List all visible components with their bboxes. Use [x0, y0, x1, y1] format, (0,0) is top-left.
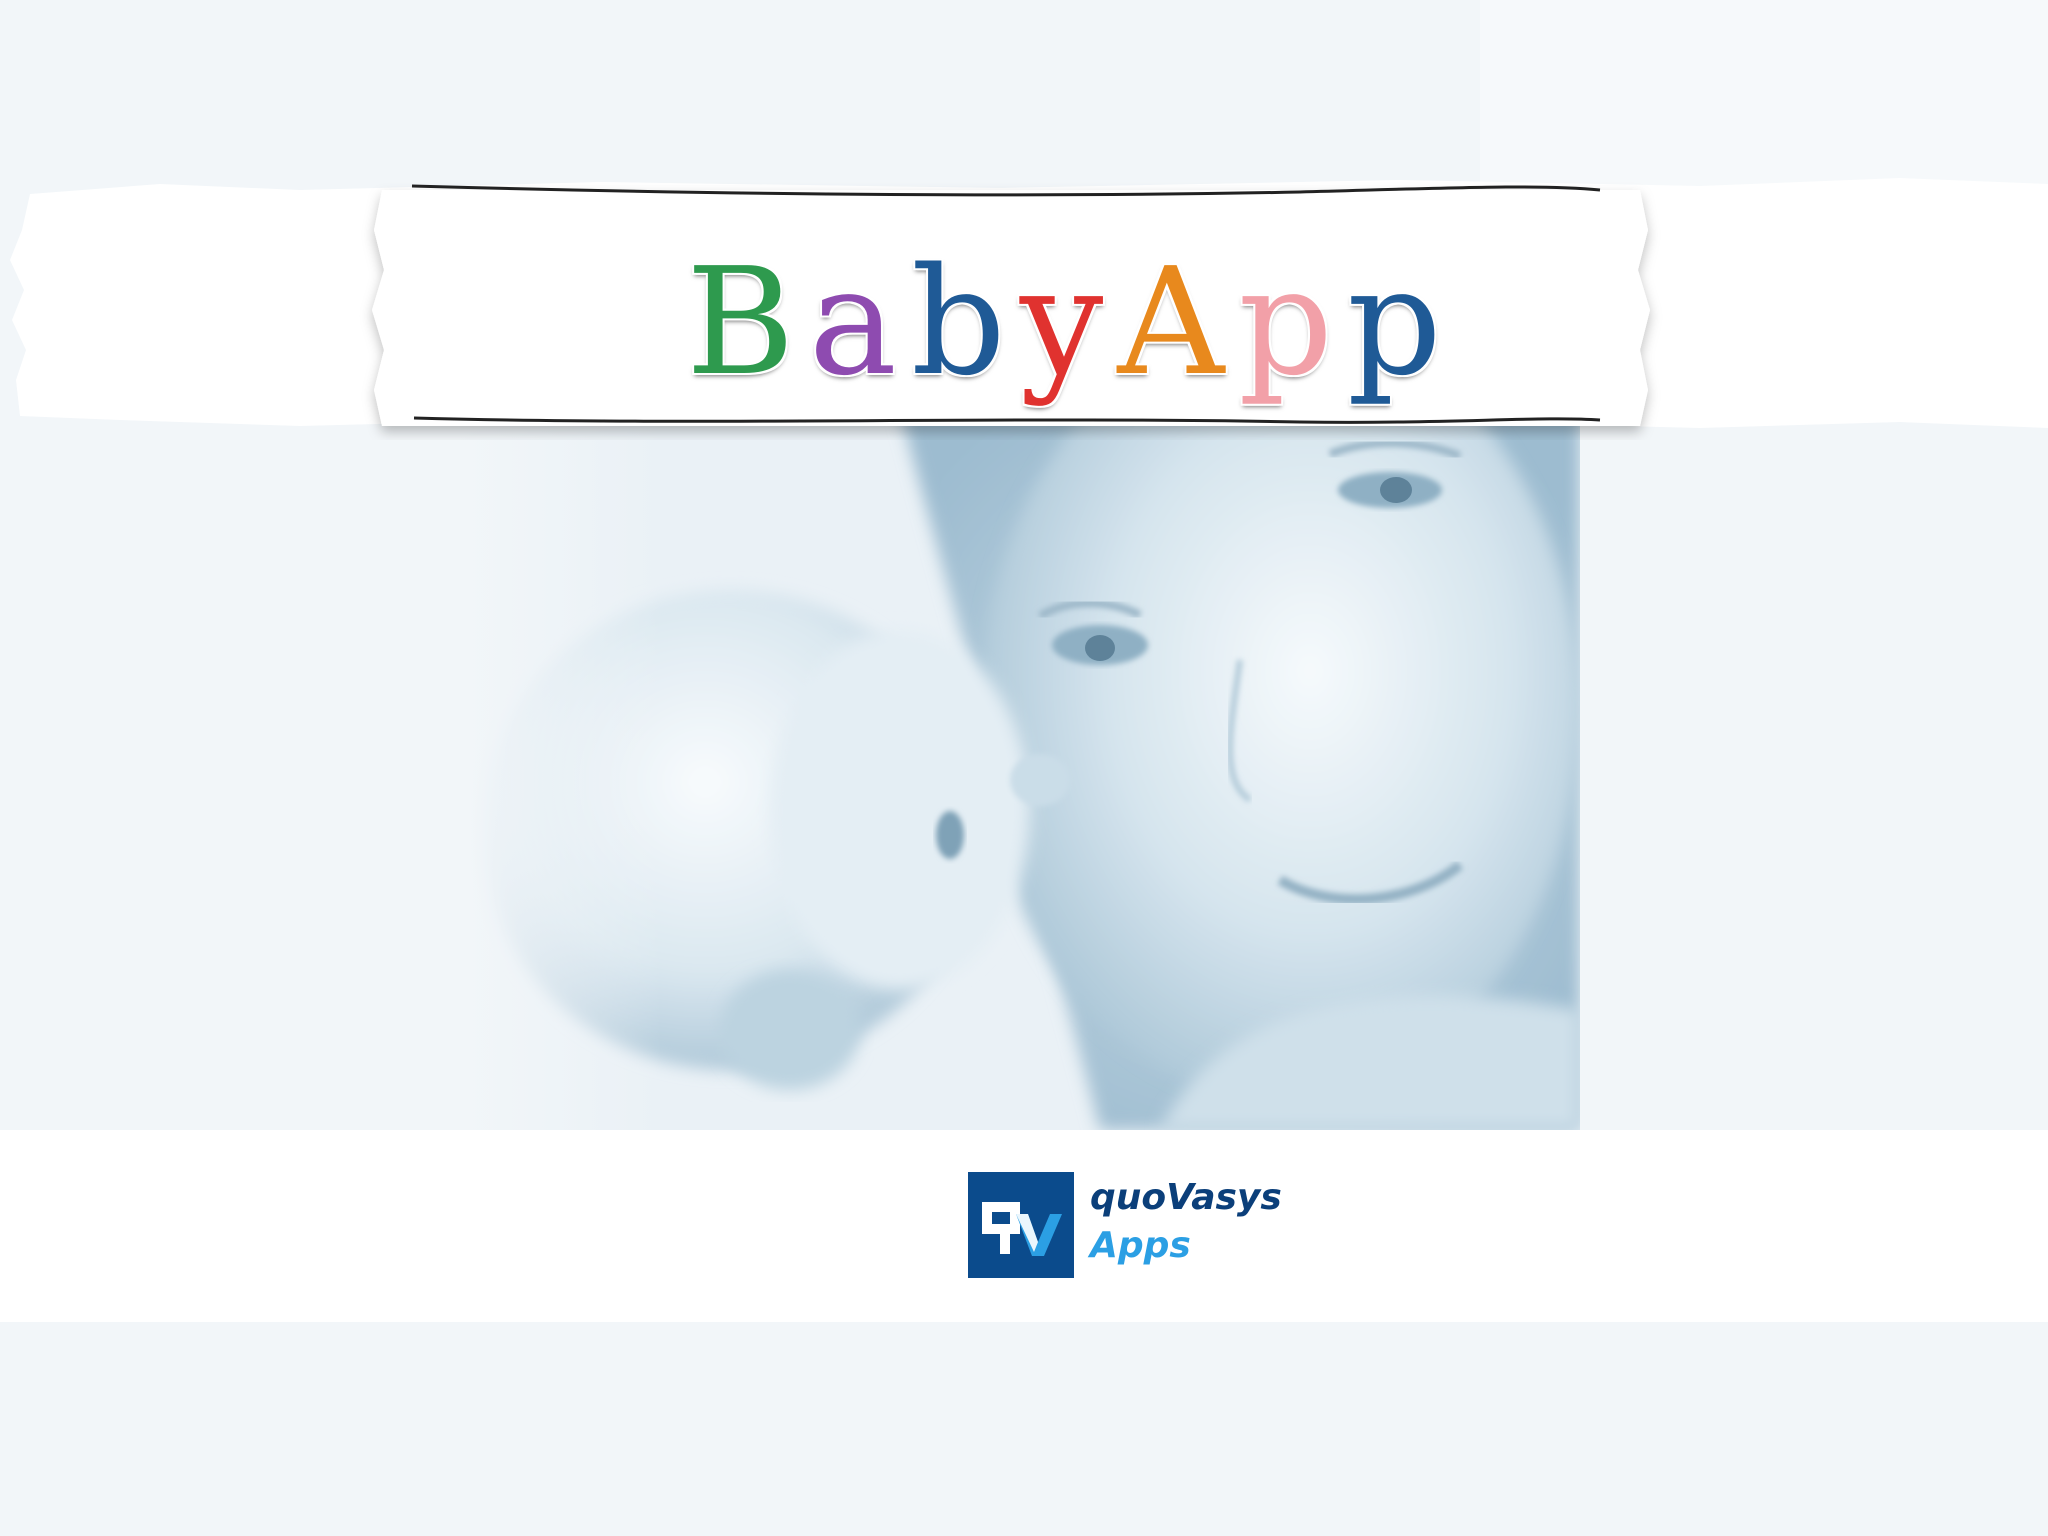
title-letter: p: [1238, 236, 1348, 408]
qv-logo-icon: [968, 1172, 1074, 1278]
title-letter: A: [1117, 236, 1239, 408]
logo-name: quoVasys: [1090, 1177, 1282, 1218]
logo-subtitle: Apps: [1090, 1225, 1191, 1266]
title-letter: y: [1019, 236, 1118, 408]
title-letter: B: [686, 236, 809, 408]
title-letter: a: [808, 236, 912, 408]
mother-and-baby-image: [460, 410, 1580, 1130]
app-title: BabyApp: [686, 248, 1456, 448]
title-letter: b: [911, 236, 1020, 408]
splash-screen: BabyApp quoVasys Apps: [0, 0, 2048, 1536]
qv-mark-icon: [982, 1202, 1062, 1256]
background-stripe: [1480, 0, 2048, 190]
quovasys-logo: quoVasys Apps: [968, 1172, 1328, 1278]
title-letter: p: [1347, 236, 1456, 408]
